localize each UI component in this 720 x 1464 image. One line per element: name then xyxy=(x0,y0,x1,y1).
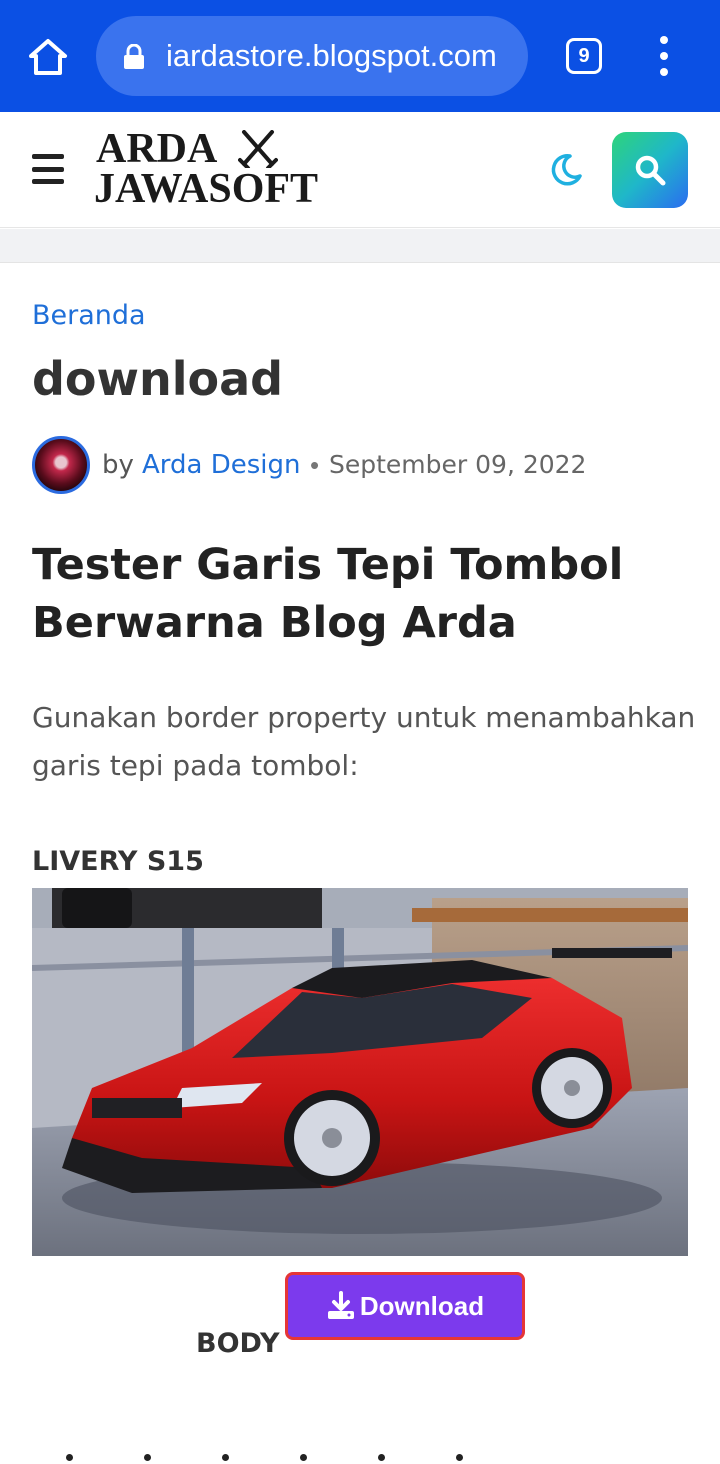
post-meta: by Arda Design • September 09, 2022 xyxy=(32,436,692,496)
crossed-swords-icon xyxy=(238,130,278,168)
more-vert-icon[interactable] xyxy=(652,36,676,76)
header-divider xyxy=(0,229,720,263)
logo-line1: ARDA xyxy=(96,126,218,172)
search-icon xyxy=(635,155,666,186)
logo-line2: JAWASOFT xyxy=(94,166,319,212)
body-label: BODY xyxy=(196,1328,280,1359)
car-livery-image xyxy=(32,888,688,1256)
author-link[interactable]: Arda Design xyxy=(142,450,301,480)
browser-toolbar: iardastore.blogspot.com 9 xyxy=(0,0,720,112)
hamburger-icon[interactable] xyxy=(32,154,64,184)
post-date: September 09, 2022 xyxy=(329,450,587,479)
home-button[interactable] xyxy=(22,32,74,82)
download-button[interactable]: Download xyxy=(285,1272,525,1340)
tab-count: 9 xyxy=(578,44,590,67)
page-title: download xyxy=(32,352,284,406)
meta-separator: • xyxy=(310,450,320,480)
search-button[interactable] xyxy=(612,132,688,208)
avatar[interactable] xyxy=(32,436,90,494)
lock-icon xyxy=(124,44,144,69)
download-icon xyxy=(327,1291,354,1319)
meta-by: by xyxy=(102,450,134,480)
url-text: iardastore.blogspot.com xyxy=(166,38,497,73)
post-body: Gunakan border property untuk menambahka… xyxy=(32,701,696,782)
site-header: ARDA JAWASOFT xyxy=(0,112,720,228)
post-title: Tester Garis Tepi Tombol Berwarna Blog A… xyxy=(32,540,624,648)
address-bar[interactable]: iardastore.blogspot.com xyxy=(96,16,528,96)
section-label: LIVERY S15 xyxy=(32,846,204,877)
pagination-dots xyxy=(66,1454,486,1462)
breadcrumb-home[interactable]: Beranda xyxy=(32,300,146,331)
home-icon xyxy=(29,39,67,75)
tabs-icon[interactable]: 9 xyxy=(566,38,602,74)
moon-icon[interactable] xyxy=(548,152,584,188)
download-button-label: Download xyxy=(359,1290,485,1321)
site-logo[interactable]: ARDA JAWASOFT xyxy=(94,128,354,214)
